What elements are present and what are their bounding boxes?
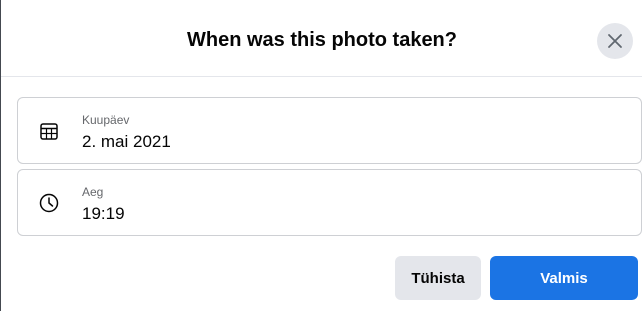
date-value: 2. mai 2021 — [82, 132, 171, 151]
time-field[interactable]: Aeg 19:19 — [17, 169, 642, 236]
done-button[interactable]: Valmis — [490, 256, 638, 300]
close-button[interactable] — [597, 23, 633, 59]
clock-icon — [39, 193, 59, 213]
date-label: Kuupäev — [82, 113, 130, 127]
cancel-button[interactable]: Tühista — [395, 256, 481, 300]
date-field[interactable]: Kuupäev 2. mai 2021 — [17, 97, 642, 164]
dialog-title: When was this photo taken? — [186, 29, 457, 51]
calendar-icon — [40, 123, 58, 140]
time-value: 19:19 — [82, 204, 125, 223]
dialog-header: When was this photo taken? — [1, 0, 642, 77]
close-icon — [608, 34, 622, 48]
time-label: Aeg — [82, 185, 104, 199]
date-time-dialog: When was this photo taken? Kuupäev 2. ma… — [0, 0, 642, 311]
